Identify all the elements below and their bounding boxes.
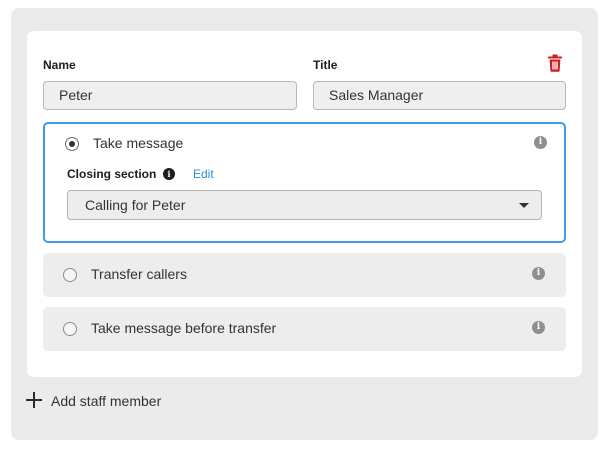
trash-icon[interactable] [547,54,563,72]
info-icon[interactable]: i [163,168,175,180]
option-label: Transfer callers [91,266,187,282]
name-input[interactable]: Peter [43,81,297,110]
closing-section-label: Closing section [67,167,157,181]
caret-down-icon [519,203,529,208]
option-take-message[interactable]: Take message i Closing section i Edit Ca… [43,122,566,243]
option-transfer-callers[interactable]: Transfer callers i [43,253,566,297]
info-icon[interactable]: i [534,136,547,149]
info-icon[interactable]: i [532,267,545,280]
option-label: Take message before transfer [91,320,277,336]
radio-take-message-before-transfer[interactable] [63,322,77,336]
title-label: Title [313,58,338,72]
option-take-message-before-transfer[interactable]: Take message before transfer i [43,307,566,351]
radio-transfer-callers[interactable] [63,268,77,282]
add-staff-member-label: Add staff member [51,393,162,409]
radio-take-message[interactable] [65,137,79,151]
closing-select-value: Calling for Peter [85,197,186,213]
closing-section-select[interactable]: Calling for Peter [67,190,542,220]
name-label: Name [43,58,76,72]
edit-closing-link[interactable]: Edit [193,167,214,181]
info-icon[interactable]: i [532,321,545,334]
plus-icon [26,392,42,408]
option-label: Take message [93,135,184,151]
title-input[interactable]: Sales Manager [313,81,566,110]
staff-member-card: Name Title Peter Sales Manager Take mess… [27,31,582,377]
staff-panel: Name Title Peter Sales Manager Take mess… [11,8,598,440]
